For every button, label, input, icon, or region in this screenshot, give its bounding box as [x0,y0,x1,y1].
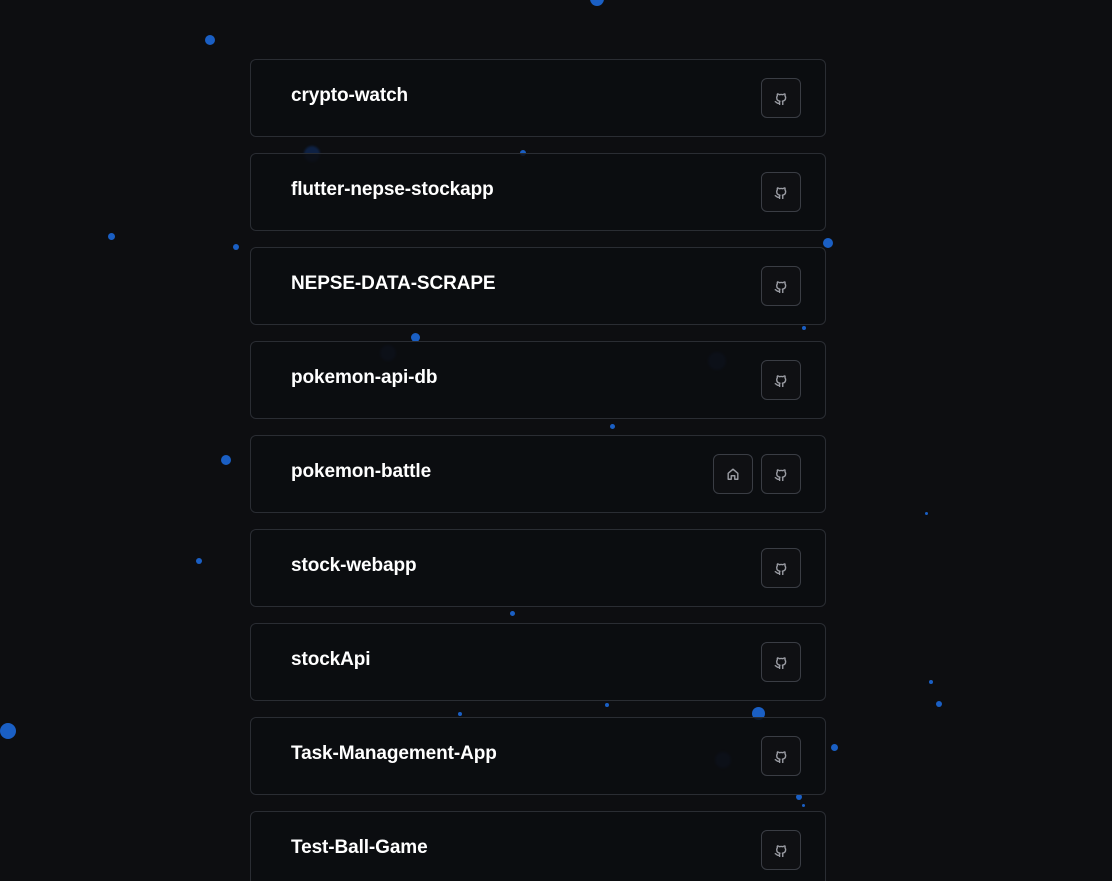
project-card: Task-Management-App [250,717,826,795]
project-card: pokemon-battle [250,435,826,513]
github-repo-button[interactable] [761,266,801,306]
project-title: crypto-watch [291,85,409,106]
project-actions [761,830,801,870]
project-title: stockApi [291,649,371,670]
project-actions [761,78,801,118]
home-icon [726,467,740,481]
project-title: stock-webapp [291,555,417,576]
github-repo-button[interactable] [761,548,801,588]
project-card: NEPSE-DATA-SCRAPE [250,247,826,325]
live-demo-button[interactable] [713,454,753,494]
project-title: flutter-nepse-stockapp [291,179,494,200]
github-repo-button[interactable] [761,642,801,682]
github-icon [774,467,788,481]
particle-dot [831,744,838,751]
project-actions [761,266,801,306]
github-repo-button[interactable] [761,172,801,212]
project-card: pokemon-api-db [250,341,826,419]
github-repo-button[interactable] [761,830,801,870]
github-repo-button[interactable] [761,360,801,400]
project-title: pokemon-battle [291,461,432,482]
project-actions [761,736,801,776]
github-icon [774,749,788,763]
project-actions [761,548,801,588]
particle-dot [936,701,942,707]
github-icon [774,373,788,387]
particle-dot [925,512,928,515]
particle-dot [108,233,115,240]
github-repo-button[interactable] [761,454,801,494]
project-actions [761,360,801,400]
project-card: stockApi [250,623,826,701]
github-icon [774,655,788,669]
particle-dot [233,244,239,250]
project-card: crypto-watch [250,59,826,137]
github-icon [774,843,788,857]
github-icon [774,185,788,199]
github-repo-button[interactable] [761,736,801,776]
project-title: NEPSE-DATA-SCRAPE [291,273,496,294]
github-icon [774,561,788,575]
project-title: pokemon-api-db [291,367,438,388]
particle-dot [221,455,231,465]
project-title: Test-Ball-Game [291,837,428,858]
project-list: crypto-watch flutter-nepse-stockapp NEPSE-… [250,59,826,881]
particle-dot [590,0,604,6]
particle-dot [196,558,202,564]
particle-dot [205,35,215,45]
project-title: Task-Management-App [291,743,497,764]
particle-dot [929,680,933,684]
project-actions [761,642,801,682]
github-icon [774,91,788,105]
project-card: Test-Ball-Game [250,811,826,881]
project-actions [761,172,801,212]
project-card: flutter-nepse-stockapp [250,153,826,231]
page: crypto-watch flutter-nepse-stockapp NEPSE-… [0,0,1112,881]
project-card: stock-webapp [250,529,826,607]
project-actions [713,454,801,494]
github-icon [774,279,788,293]
particle-dot [0,723,16,739]
github-repo-button[interactable] [761,78,801,118]
